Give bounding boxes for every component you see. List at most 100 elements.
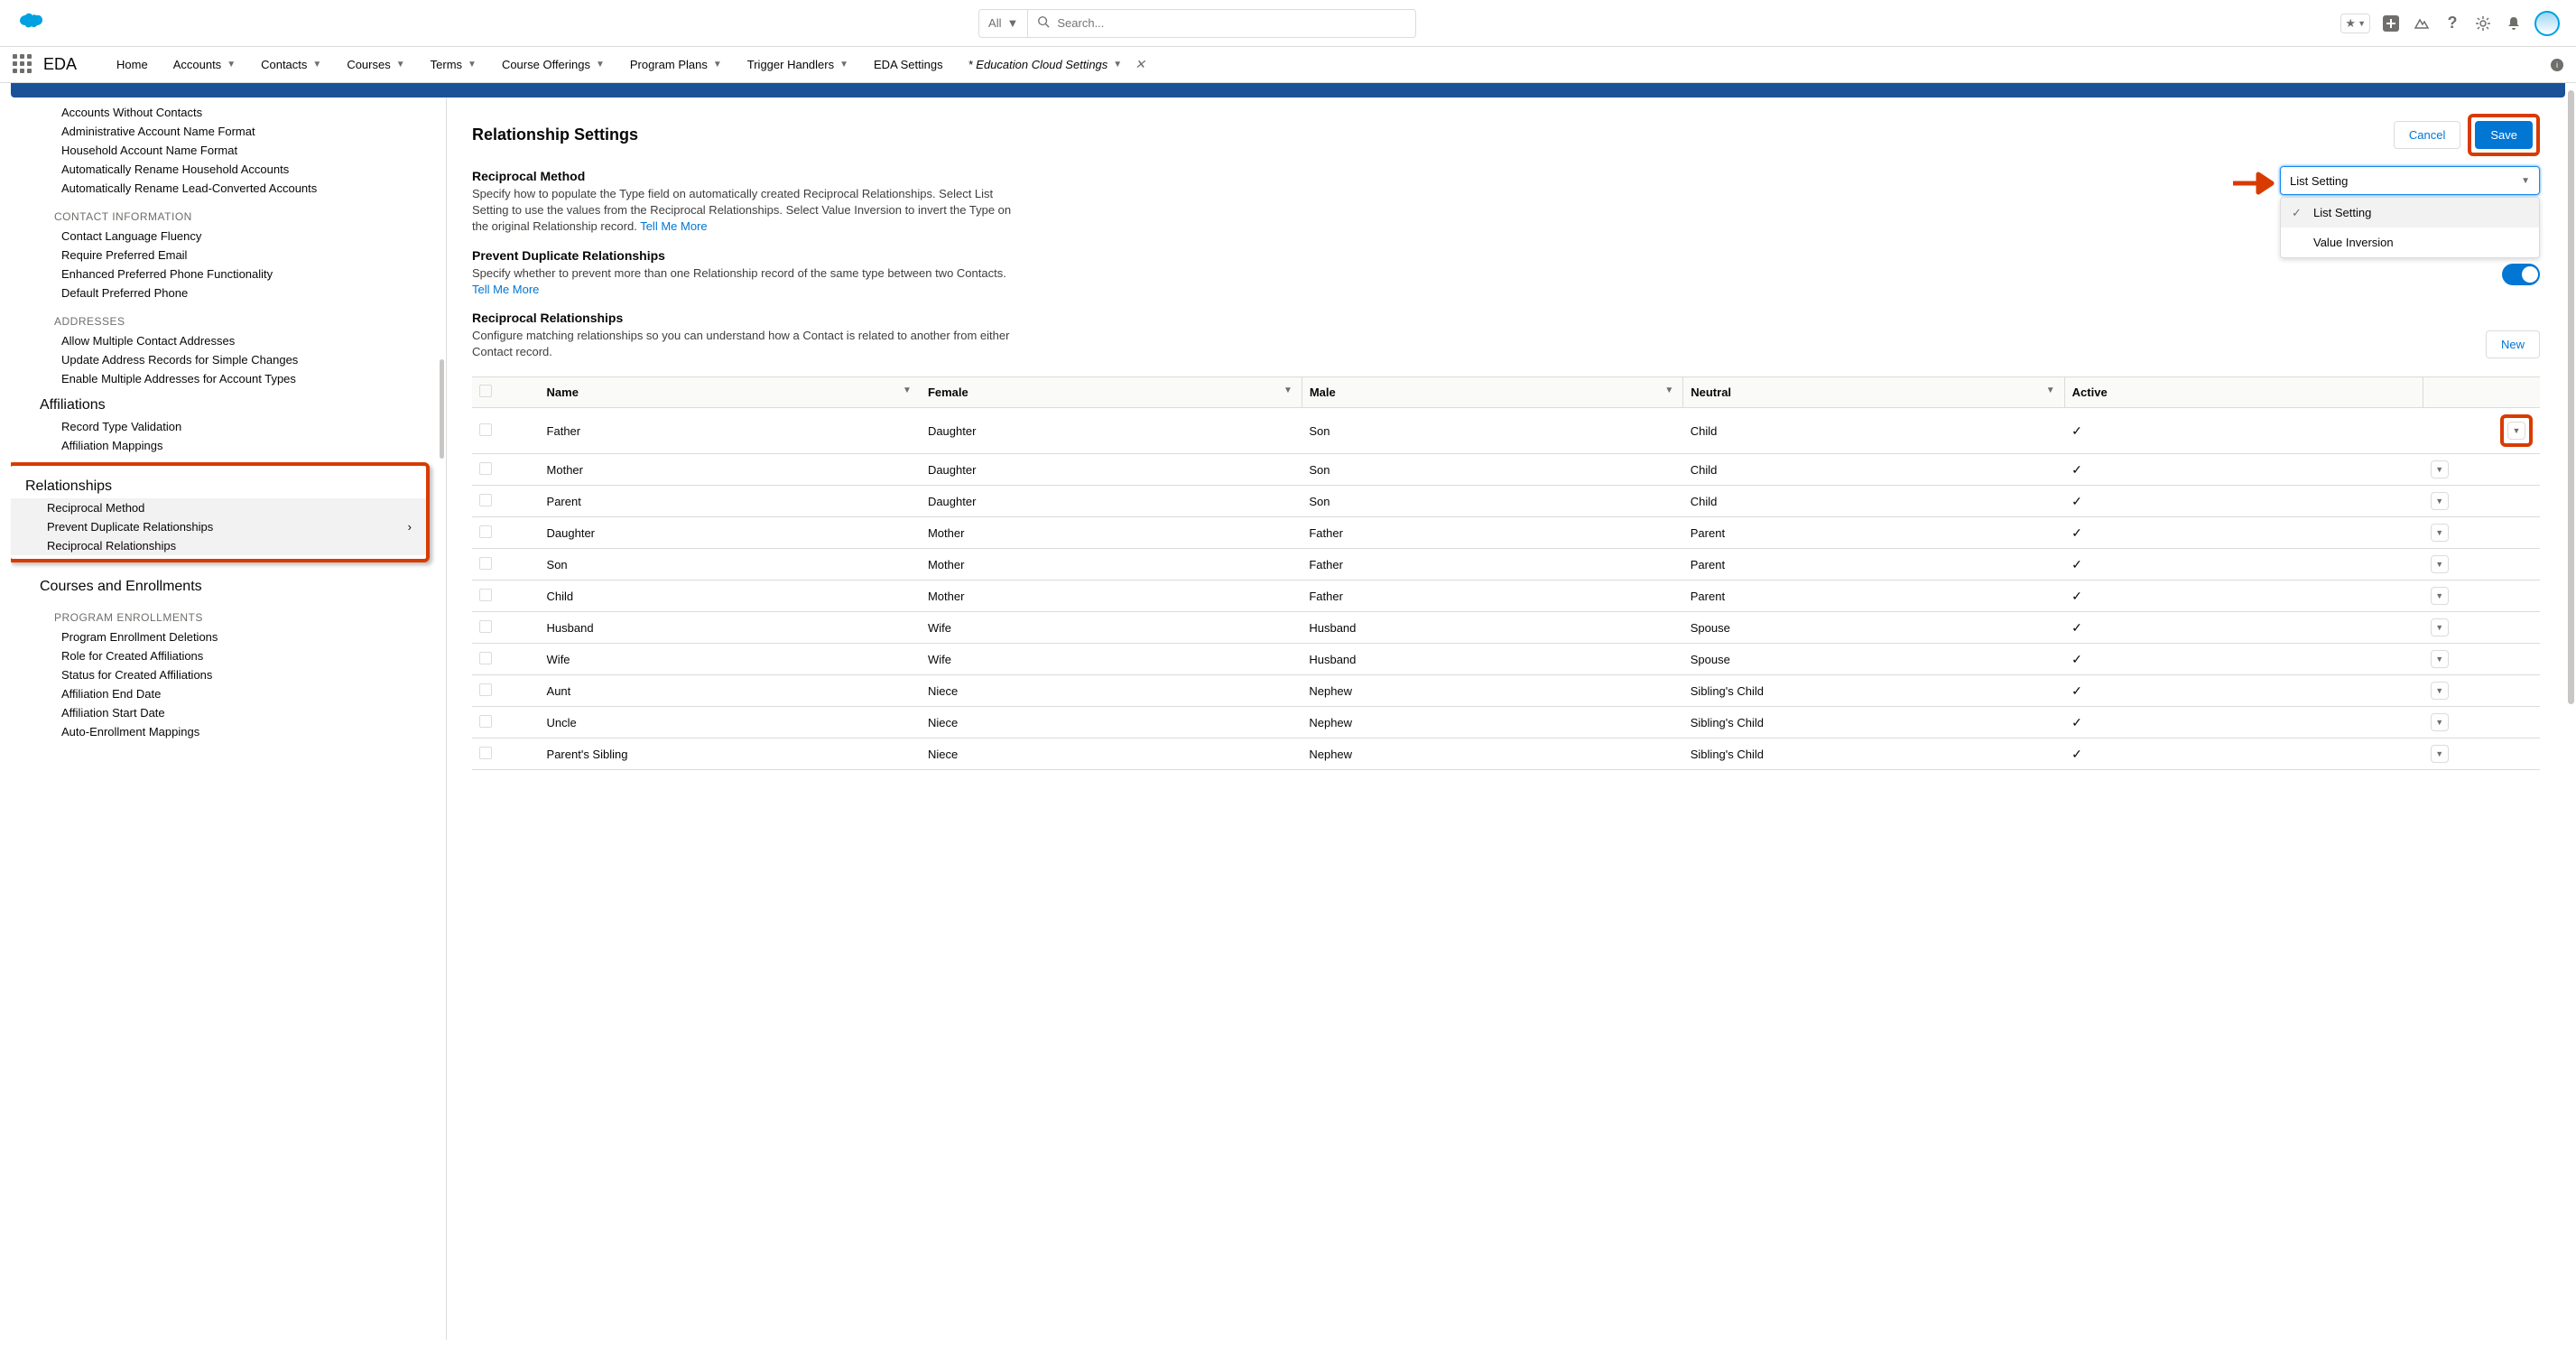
reciprocal-method-dropdown[interactable]: List Setting ▼ <box>2280 166 2540 195</box>
sidebar-link[interactable]: Allow Multiple Contact Addresses <box>34 331 430 350</box>
sidebar-link[interactable]: Affiliation End Date <box>34 684 430 703</box>
search-scope-dropdown[interactable]: All ▼ <box>978 9 1028 38</box>
new-button[interactable]: New <box>2486 330 2540 358</box>
col-header-name[interactable]: Name▼ <box>540 377 921 408</box>
nav-item[interactable]: EDA Settings <box>861 47 956 83</box>
tell-me-more-link[interactable]: Tell Me More <box>472 283 539 296</box>
select-all-checkbox[interactable] <box>479 385 492 397</box>
sidebar-link[interactable]: Status for Created Affiliations <box>34 665 430 684</box>
add-icon[interactable] <box>2381 14 2401 33</box>
row-checkbox[interactable] <box>479 715 492 728</box>
sidebar-link[interactable]: Affiliation Start Date <box>34 703 430 722</box>
col-header-male[interactable]: Male▼ <box>1302 377 1682 408</box>
row-checkbox[interactable] <box>479 525 492 538</box>
sidebar-link[interactable]: Administrative Account Name Format <box>34 122 430 141</box>
page-scrollbar[interactable] <box>2568 90 2574 704</box>
sidebar-link[interactable]: Record Type Validation <box>34 417 430 436</box>
sidebar-heading-relationships: Relationships <box>11 469 426 498</box>
row-checkbox[interactable] <box>479 462 492 475</box>
row-menu-button[interactable]: ▼ <box>2431 745 2449 763</box>
search-input[interactable] <box>1057 16 1406 30</box>
sidebar-link[interactable]: Enable Multiple Addresses for Account Ty… <box>34 369 430 388</box>
sidebar-heading-affiliations: Affiliations <box>34 388 430 417</box>
cancel-button[interactable]: Cancel <box>2394 121 2460 149</box>
row-menu-button[interactable]: ▼ <box>2431 713 2449 731</box>
sidebar-link[interactable]: Reciprocal Relationships <box>11 536 426 555</box>
sidebar-link[interactable]: Update Address Records for Simple Change… <box>34 350 430 369</box>
nav-item[interactable]: Accounts▼ <box>161 47 248 83</box>
table-row: Wife Wife Husband Spouse ✓ ▼ <box>472 644 2540 675</box>
sidebar-link[interactable]: Affiliation Mappings <box>34 436 430 455</box>
row-checkbox[interactable] <box>479 494 492 506</box>
cell-name: Child <box>540 581 921 612</box>
row-menu-button[interactable]: ▼ <box>2431 682 2449 700</box>
global-search[interactable] <box>1028 9 1416 38</box>
nav-item[interactable]: Program Plans▼ <box>617 47 735 83</box>
sidebar-link[interactable]: Accounts Without Contacts <box>34 103 430 122</box>
row-menu-button[interactable]: ▼ <box>2431 460 2449 478</box>
cell-male: Husband <box>1302 644 1682 675</box>
sidebar-link[interactable]: Household Account Name Format <box>34 141 430 160</box>
row-checkbox[interactable] <box>479 589 492 601</box>
col-header-female[interactable]: Female▼ <box>921 377 1302 408</box>
help-icon[interactable]: ? <box>2442 14 2462 33</box>
tell-me-more-link[interactable]: Tell Me More <box>640 219 707 233</box>
row-menu-button[interactable]: ▼ <box>2507 422 2525 440</box>
row-checkbox[interactable] <box>479 652 492 664</box>
row-menu-button[interactable]: ▼ <box>2431 555 2449 573</box>
notification-bell-icon[interactable] <box>2504 14 2524 33</box>
sidebar-link[interactable]: Prevent Duplicate Relationships› <box>11 517 426 536</box>
row-menu-button[interactable]: ▼ <box>2431 587 2449 605</box>
nav-item[interactable]: Terms▼ <box>418 47 489 83</box>
table-row: Daughter Mother Father Parent ✓ ▼ <box>472 517 2540 549</box>
row-menu-button[interactable]: ▼ <box>2431 524 2449 542</box>
cell-female: Wife <box>921 644 1302 675</box>
cell-active: ✓ <box>2064 739 2423 770</box>
row-checkbox[interactable] <box>479 423 492 436</box>
sidebar-link[interactable]: Reciprocal Method <box>11 498 426 517</box>
nav-item[interactable]: Courses▼ <box>334 47 417 83</box>
sidebar-link[interactable]: Auto-Enrollment Mappings <box>34 722 430 741</box>
sidebar-link[interactable]: Require Preferred Email <box>34 246 430 265</box>
nav-info-badge[interactable]: i <box>2551 59 2563 71</box>
dropdown-option-value-inversion[interactable]: Value Inversion <box>2281 228 2539 257</box>
dropdown-option-list-setting[interactable]: ✓ List Setting <box>2281 198 2539 228</box>
sidebar-link[interactable]: Contact Language Fluency <box>34 227 430 246</box>
search-icon <box>1037 15 1050 31</box>
trailhead-icon[interactable] <box>2412 14 2432 33</box>
close-tab-icon[interactable]: ✕ <box>1135 57 1145 72</box>
cell-female: Niece <box>921 707 1302 739</box>
cell-active: ✓ <box>2064 644 2423 675</box>
save-button[interactable]: Save <box>2475 121 2533 149</box>
sidebar-link[interactable]: Automatically Rename Household Accounts <box>34 160 430 179</box>
cell-neutral: Sibling's Child <box>1683 675 2064 707</box>
row-checkbox[interactable] <box>479 747 492 759</box>
row-menu-button[interactable]: ▼ <box>2431 492 2449 510</box>
sidebar-link[interactable]: Default Preferred Phone <box>34 283 430 302</box>
favorites-button[interactable]: ★▼ <box>2340 14 2370 33</box>
sidebar-link[interactable]: Program Enrollment Deletions <box>34 627 430 646</box>
nav-item[interactable]: Home <box>104 47 161 83</box>
row-checkbox[interactable] <box>479 683 492 696</box>
app-launcher-icon[interactable] <box>13 54 34 76</box>
row-checkbox[interactable] <box>479 557 492 570</box>
setup-gear-icon[interactable] <box>2473 14 2493 33</box>
row-checkbox[interactable] <box>479 620 492 633</box>
nav-item[interactable]: * Education Cloud Settings▼✕ <box>956 47 1158 83</box>
sidebar-link[interactable]: Enhanced Preferred Phone Functionality <box>34 265 430 283</box>
cell-name: Son <box>540 549 921 581</box>
row-menu-button[interactable]: ▼ <box>2431 650 2449 668</box>
col-header-active[interactable]: Active <box>2064 377 2423 408</box>
nav-item[interactable]: Trigger Handlers▼ <box>735 47 861 83</box>
row-menu-button[interactable]: ▼ <box>2431 618 2449 636</box>
sidebar-link[interactable]: Role for Created Affiliations <box>34 646 430 665</box>
nav-item[interactable]: Course Offerings▼ <box>489 47 617 83</box>
prevent-dup-toggle[interactable] <box>2502 264 2540 285</box>
nav-item[interactable]: Contacts▼ <box>248 47 334 83</box>
table-row: Husband Wife Husband Spouse ✓ ▼ <box>472 612 2540 644</box>
user-avatar[interactable] <box>2534 11 2560 36</box>
col-header-neutral[interactable]: Neutral▼ <box>1683 377 2064 408</box>
cell-name: Husband <box>540 612 921 644</box>
sidebar-scrollbar[interactable] <box>440 359 444 459</box>
sidebar-link[interactable]: Automatically Rename Lead-Converted Acco… <box>34 179 430 198</box>
